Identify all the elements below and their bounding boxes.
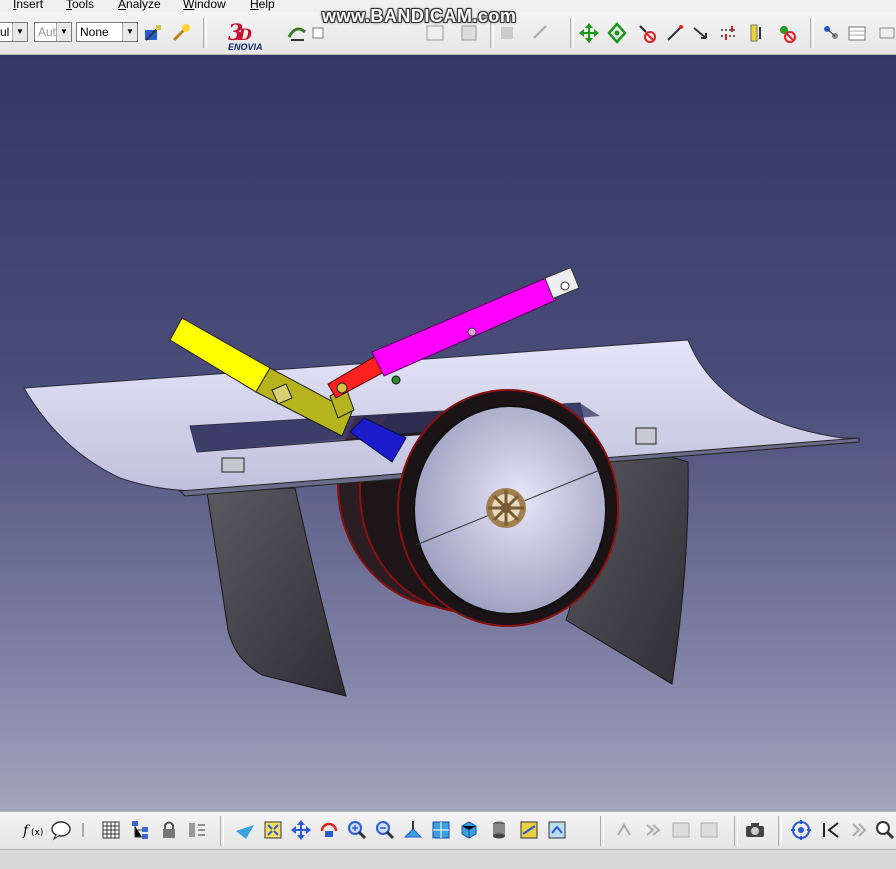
layer-combo-value: None — [80, 25, 109, 39]
measure-icon[interactable] — [664, 22, 686, 44]
fix-icon[interactable] — [636, 22, 658, 44]
lock-icon[interactable] — [158, 819, 180, 841]
target-icon[interactable] — [790, 819, 812, 841]
pin-icon[interactable] — [76, 819, 90, 841]
axis-icon[interactable] — [690, 22, 712, 44]
rotate-icon[interactable] — [530, 22, 552, 44]
measure-icon[interactable] — [874, 819, 896, 841]
line-combo-value: Aut — [38, 25, 57, 39]
grid-icon[interactable] — [100, 819, 122, 841]
move-arrows-icon[interactable] — [578, 22, 600, 44]
style-combo-value: ul — [0, 25, 10, 39]
hide-icon[interactable] — [746, 22, 768, 44]
chevron-down-icon[interactable]: ▼ — [12, 23, 27, 41]
properties-icon[interactable] — [776, 22, 798, 44]
last-icon[interactable] — [848, 819, 870, 841]
constraint-icon[interactable] — [718, 22, 740, 44]
menu-help[interactable]: Help — [250, 0, 275, 11]
left-bracket — [221, 457, 245, 473]
style-combo[interactable]: ul ▼ — [0, 22, 28, 42]
chevron-down-icon[interactable]: ▼ — [122, 23, 137, 41]
layers-icon[interactable] — [670, 819, 692, 841]
graph-icon[interactable] — [820, 22, 842, 44]
explode-icon[interactable] — [186, 819, 208, 841]
menu-window[interactable]: Window — [183, 0, 226, 11]
views-icon[interactable] — [430, 819, 452, 841]
bottom-toolbar: f (x) — [0, 811, 896, 850]
tree-icon[interactable] — [130, 819, 152, 841]
rotate-view-icon[interactable] — [318, 819, 340, 841]
enovia-label: ENOVIA — [228, 42, 263, 52]
capture-icon[interactable] — [744, 819, 766, 841]
render-icon[interactable] — [614, 819, 636, 841]
menu-insert[interactable]: Insert — [13, 0, 43, 11]
zoom-in-icon[interactable] — [346, 819, 368, 841]
chevron-down-icon[interactable]: ▼ — [56, 23, 71, 41]
normal-view-icon[interactable] — [402, 819, 424, 841]
3d-viewport[interactable] — [0, 55, 896, 811]
snap-icon[interactable] — [606, 22, 628, 44]
fit-all-icon[interactable] — [262, 819, 284, 841]
more-icon[interactable] — [876, 22, 896, 44]
3d-model — [23, 266, 860, 697]
formula-icon[interactable]: f (x) — [22, 819, 44, 841]
svg-text:f: f — [22, 823, 31, 839]
fly-icon[interactable] — [234, 819, 256, 841]
format-painter-icon[interactable] — [142, 22, 164, 44]
svg-text:(x): (x) — [31, 828, 43, 838]
catalog-icon[interactable] — [286, 22, 308, 44]
magic-wand-icon[interactable] — [170, 22, 192, 44]
layer-combo[interactable]: None ▼ — [76, 22, 138, 42]
hub — [486, 488, 526, 528]
enovia-3d-logo-icon[interactable]: 3 D ENOVIA — [224, 18, 276, 52]
bandicam-watermark: www.BANDICAM.com — [322, 6, 517, 26]
left-skid — [206, 487, 347, 697]
first-icon[interactable] — [820, 819, 842, 841]
shading-icon[interactable] — [488, 819, 510, 841]
menu-tools[interactable]: Tools — [66, 0, 94, 11]
right-bracket — [635, 427, 657, 445]
swap-icon[interactable] — [546, 819, 568, 841]
table-icon[interactable] — [846, 22, 868, 44]
front-wheel — [397, 389, 619, 627]
materials-icon[interactable] — [698, 819, 720, 841]
zoom-out-icon[interactable] — [374, 819, 396, 841]
pan-icon[interactable] — [290, 819, 312, 841]
status-bar — [0, 849, 896, 869]
iso-view-icon[interactable] — [458, 819, 480, 841]
line-combo[interactable]: Aut ▼ — [34, 22, 72, 42]
hide-show-icon[interactable] — [518, 819, 540, 841]
comment-icon[interactable] — [50, 819, 72, 841]
menu-analyze[interactable]: Analyze — [118, 0, 161, 11]
animate-icon[interactable] — [642, 819, 664, 841]
